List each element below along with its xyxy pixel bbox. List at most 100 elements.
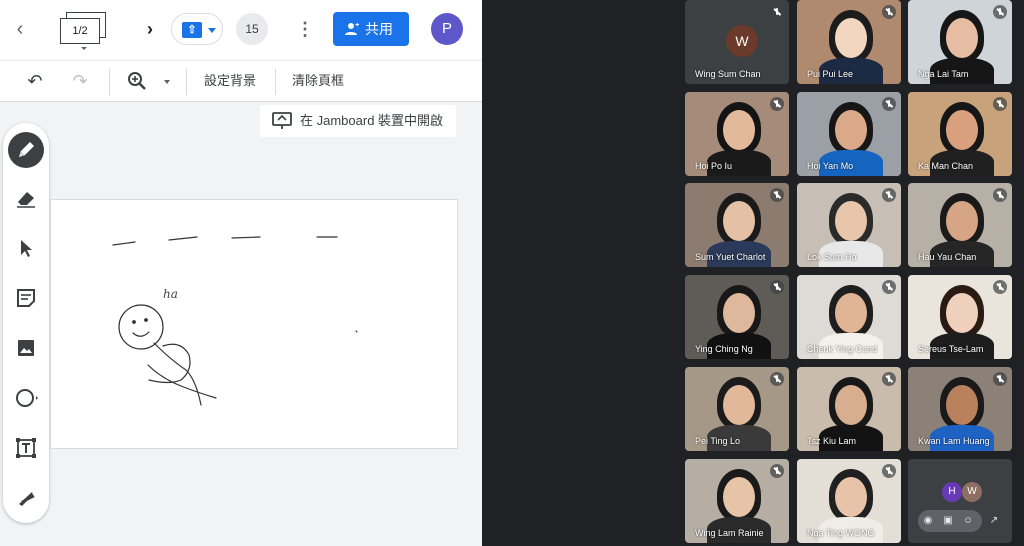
whiteboard-canvas[interactable]: ha	[50, 199, 458, 449]
redo-icon[interactable]: ↷	[69, 70, 91, 92]
participant-face	[835, 385, 867, 425]
eraser-tool[interactable]	[8, 180, 44, 216]
meet-empty-area	[482, 0, 679, 546]
stick-figure-head	[118, 304, 164, 350]
participant-name: Nga Lai Tam	[918, 69, 969, 79]
participant-name: Cheuk Ying Cand	[807, 344, 878, 354]
participant-face	[946, 18, 978, 58]
stick-figure-body	[153, 342, 202, 406]
text-box-tool[interactable]	[8, 430, 44, 466]
participant-tile[interactable]: Nga Ting WONG	[797, 459, 901, 543]
mic-muted-icon	[882, 97, 896, 111]
mic-muted-icon	[770, 188, 784, 202]
mic-muted-icon	[882, 372, 896, 386]
add-image-tool[interactable]	[8, 330, 44, 366]
image-icon	[18, 340, 34, 356]
clear-frame-button[interactable]: 清除頁框	[292, 61, 344, 101]
zoom-icon[interactable]	[126, 70, 148, 92]
participant-face	[835, 201, 867, 241]
participant-tile[interactable]: Cheuk Ying Cand	[797, 275, 901, 359]
stick-figure-arm	[148, 343, 191, 384]
stick-figure-smile	[132, 331, 150, 337]
mic-muted-icon	[882, 5, 896, 19]
laser-pointer-icon	[19, 492, 35, 506]
mic-muted-icon	[993, 372, 1007, 386]
participant-name: Lok Sum Ho	[807, 252, 857, 262]
share-label: 共用	[365, 21, 393, 37]
participant-name: Hau Yau Chan	[918, 252, 977, 262]
participant-name: Sereus Tse-Lam	[918, 344, 984, 354]
mic-muted-icon	[993, 188, 1007, 202]
blank-line-1	[112, 241, 136, 246]
jamboard-panel: ‹ 1/2 › ⇧ 15 ⋮ 共用 P ↶ ↷ 設定背景 清除頁框 在 Jamb…	[0, 0, 482, 546]
participant-name: Hoi Po Iu	[695, 161, 733, 171]
more-participants-tile[interactable]: H W ◉ ▣ ☺ ↗	[908, 459, 1012, 543]
participant-name: Sum Yuet Charlot	[695, 252, 766, 262]
participant-tile[interactable]: Wing Lam Rainie	[685, 459, 789, 543]
canvas-handwritten-text: ha	[163, 287, 178, 301]
previous-frame-button[interactable]: ‹	[10, 18, 30, 40]
participant-face	[723, 110, 755, 150]
participant-tile[interactable]: Kwan Lam Huang	[908, 367, 1012, 451]
participant-tile[interactable]: Ka Man Chan	[908, 92, 1012, 176]
canvas-drawing: ha	[112, 236, 358, 406]
participant-name: Hoi Yan Mo	[807, 161, 854, 171]
more-options-button[interactable]: ⋮	[296, 16, 314, 42]
zoom-dropdown-icon[interactable]	[164, 80, 170, 84]
mic-muted-icon	[770, 97, 784, 111]
undo-icon[interactable]: ↶	[24, 70, 46, 92]
laser-tool[interactable]	[8, 480, 44, 516]
sticky-note-tool[interactable]	[8, 280, 44, 316]
participant-tile[interactable]: Tsz Kiu Lam	[797, 367, 901, 451]
toolbar-divider	[186, 69, 187, 95]
frame-counter: 1/2	[60, 18, 100, 44]
mic-muted-icon	[770, 464, 784, 478]
shape-tool[interactable]	[8, 380, 44, 416]
participant-face	[946, 110, 978, 150]
expand-icon[interactable]: ↗	[984, 512, 1004, 530]
participant-count-badge[interactable]: 15	[236, 13, 268, 45]
participant-face	[723, 477, 755, 517]
screen: ‹ 1/2 › ⇧ 15 ⋮ 共用 P ↶ ↷ 設定背景 清除頁框 在 Jamb…	[0, 0, 1024, 546]
participant-face	[835, 293, 867, 333]
participant-name: Pui Pui Lee	[807, 69, 854, 79]
participants-icon[interactable]: ☺	[958, 512, 978, 530]
select-tool[interactable]	[8, 230, 44, 266]
participant-face	[946, 385, 978, 425]
participant-tile[interactable]: Pei Ting Lo	[685, 367, 789, 451]
participant-tile[interactable]: Pui Pui Lee	[797, 0, 901, 84]
participant-tile[interactable]: Sereus Tse-Lam	[908, 275, 1012, 359]
mic-muted-icon	[770, 280, 784, 294]
participant-tile[interactable]: Hoi Yan Mo	[797, 92, 901, 176]
participant-tile[interactable]: Ying Ching Ng	[685, 275, 789, 359]
participant-face	[835, 110, 867, 150]
toolbar-divider	[109, 69, 110, 95]
participant-avatar-w: W	[962, 482, 982, 502]
present-button[interactable]: ⇧	[171, 13, 223, 45]
open-in-jamboard-button[interactable]: 在 Jamboard 裝置中開啟	[260, 105, 456, 137]
next-frame-button[interactable]: ›	[140, 18, 160, 40]
participant-tile[interactable]: Sum Yuet Charlot	[685, 183, 789, 267]
participant-tile[interactable]: Hau Yau Chan	[908, 183, 1012, 267]
pen-tool[interactable]	[8, 132, 44, 168]
participant-name: Tsz Kiu Lam	[807, 436, 857, 446]
mic-off-icon[interactable]: ◉	[918, 512, 938, 530]
frame-bar-button[interactable]: 1/2	[60, 12, 108, 50]
add-person-icon	[345, 22, 359, 35]
share-button[interactable]: 共用	[333, 12, 409, 46]
upload-icon: ⇧	[182, 22, 202, 38]
camera-off-icon[interactable]: ▣	[938, 512, 958, 530]
participant-face	[946, 201, 978, 241]
participant-tile[interactable]: Nga Lai Tam	[908, 0, 1012, 84]
account-avatar[interactable]: P	[431, 13, 463, 45]
participant-avatar-h: H	[942, 482, 962, 502]
jamboard-topbar: ‹ 1/2 › ⇧ 15 ⋮ 共用 P	[0, 0, 482, 60]
set-background-button[interactable]: 設定背景	[204, 61, 256, 101]
chevron-down-icon	[208, 28, 216, 33]
meet-grid: W Wing Sum Chan Pui Pui Lee Nga Lai Tam Hoi …	[679, 0, 1024, 546]
participant-tile[interactable]: Hoi Po Iu	[685, 92, 789, 176]
participant-tile[interactable]: W Wing Sum Chan	[685, 0, 789, 84]
sticky-note-icon	[17, 289, 35, 307]
participant-tile[interactable]: Lok Sum Ho	[797, 183, 901, 267]
participant-face	[835, 477, 867, 517]
